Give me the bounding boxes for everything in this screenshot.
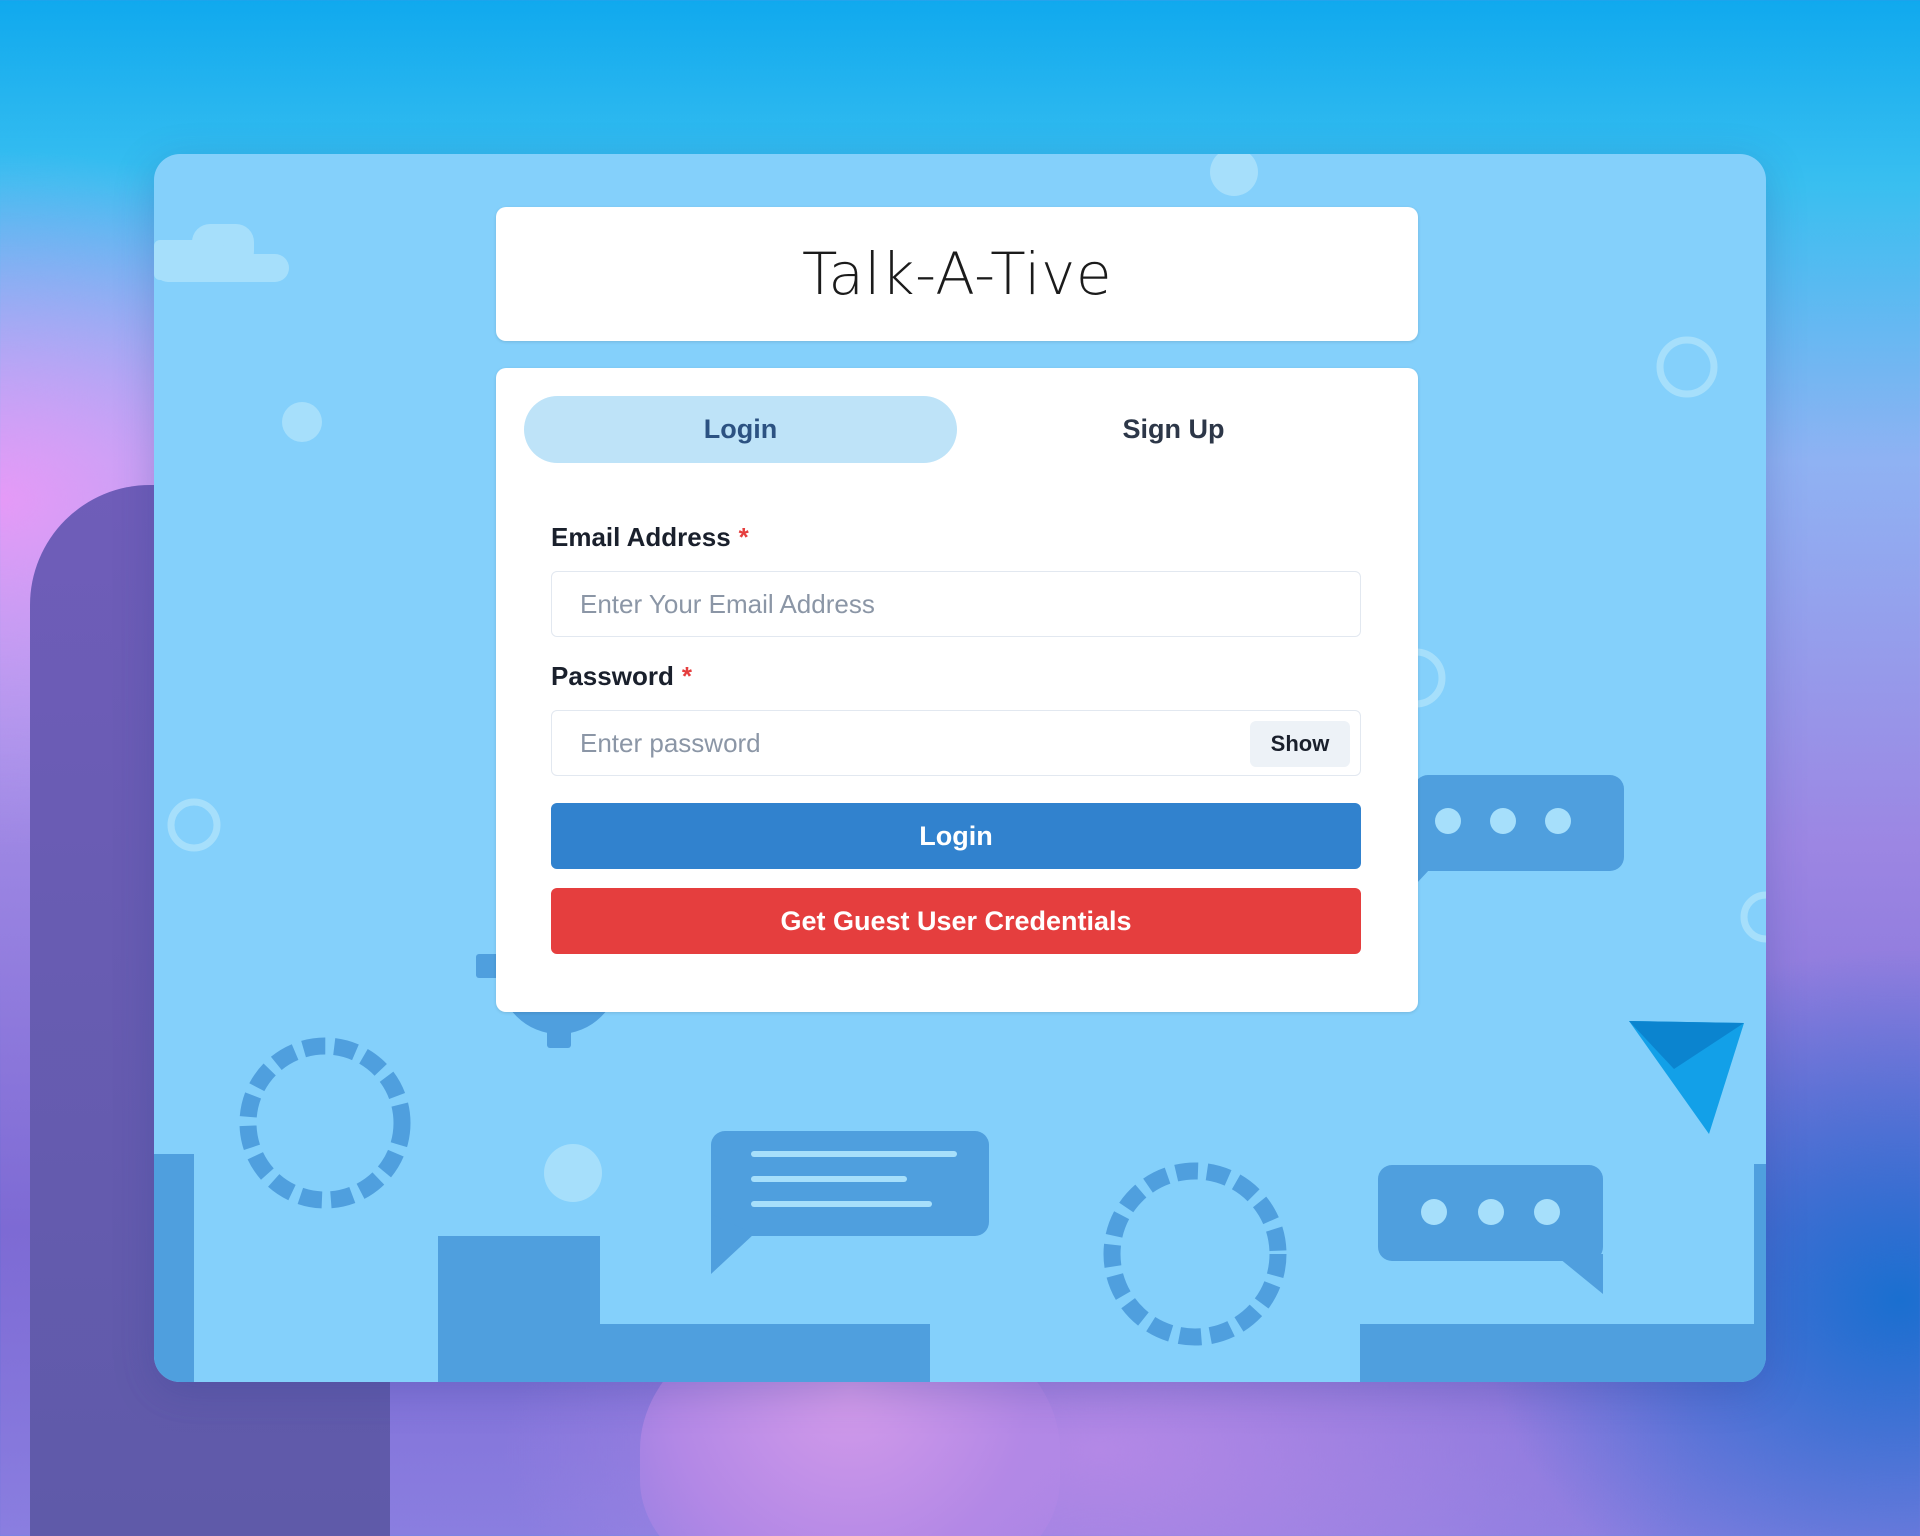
email-field[interactable] [552,572,1360,636]
email-field-container [551,571,1361,637]
password-label: Password * [551,661,692,692]
auth-card: Login Sign Up Email Address* Password* S… [496,368,1418,1012]
dot-decoration [544,1144,602,1202]
auth-tabs: Login Sign Up [524,396,1390,463]
email-label: Email Address * [551,522,749,553]
ring-decoration [1656,336,1718,398]
ring-decoration [167,798,221,852]
show-password-button[interactable]: Show [1250,721,1350,767]
dashed-ring-icon [239,1037,411,1209]
required-mark: * [738,522,749,552]
password-label-text: Password [551,661,674,691]
guest-credentials-button[interactable]: Get Guest User Credentials [551,888,1361,954]
email-label-text: Email Address [551,522,731,552]
cloud-icon [154,224,289,282]
dot-decoration [1210,154,1258,196]
tab-login[interactable]: Login [524,396,957,463]
paper-plane-icon [1629,1021,1744,1134]
chat-bubble-dots-icon [1378,1165,1603,1294]
login-button[interactable]: Login [551,803,1361,869]
tab-sign-up[interactable]: Sign Up [957,396,1390,463]
dashed-ring-icon [1103,1162,1287,1346]
dot-decoration [282,402,322,442]
ring-decoration [1740,891,1766,943]
login-backdrop-panel: Talk-A-Tive Login Sign Up Email Address *… [154,154,1766,1382]
app-title: Talk-A-Tive [802,240,1112,308]
password-field-container: Show [551,710,1361,776]
password-field[interactable] [552,711,1360,775]
required-mark: * [681,661,692,691]
app-title-card: Talk-A-Tive [496,207,1418,341]
